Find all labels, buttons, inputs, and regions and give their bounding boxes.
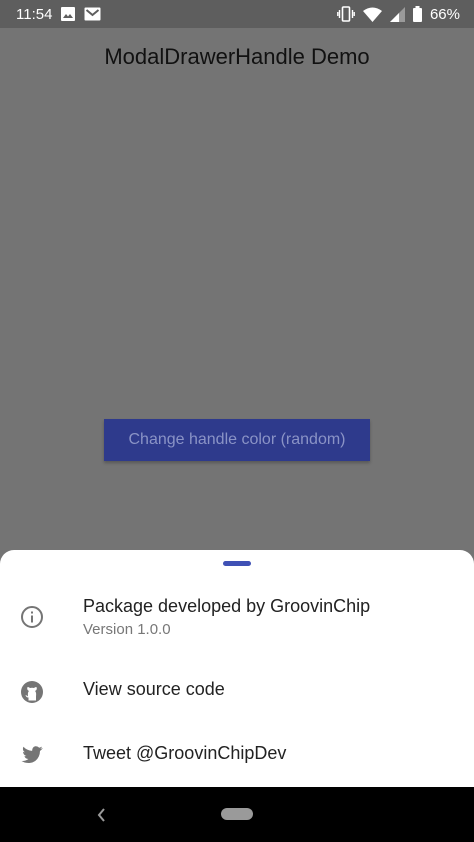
- drawer-handle[interactable]: [223, 561, 251, 566]
- status-bar-left: 11:54: [16, 6, 101, 23]
- wifi-icon: [362, 7, 382, 22]
- list-item-title: View source code: [83, 679, 225, 699]
- gmail-icon: [84, 7, 101, 21]
- list-item-subtitle: Version 1.0.0: [83, 621, 171, 638]
- list-item-view-source[interactable]: View source code: [0, 670, 474, 714]
- signal-icon: [389, 6, 405, 22]
- info-icon: [20, 605, 44, 629]
- status-bar-right: 66%: [337, 6, 460, 23]
- list-item-title: Package developed by GroovinChip: [83, 596, 371, 616]
- list-item-text: Tweet @GroovinChipDev: [83, 743, 286, 764]
- modal-drawer: Package developed by GroovinChip Version…: [0, 550, 474, 787]
- status-bar: 11:54 66%: [0, 0, 474, 28]
- twitter-icon: [20, 743, 44, 767]
- battery-icon: [412, 6, 422, 22]
- list-item-title: Tweet @GroovinChipDev: [83, 743, 287, 763]
- change-handle-color-button[interactable]: Change handle color (random): [104, 419, 370, 461]
- main-content: [0, 28, 474, 548]
- list-item-package-info[interactable]: Package developed by GroovinChip Version…: [0, 594, 474, 664]
- battery-percent: 66%: [429, 5, 460, 23]
- list-item-text: View source code: [83, 679, 225, 700]
- list-item-tweet[interactable]: Tweet @GroovinChipDev: [0, 734, 474, 778]
- navigation-bar: [0, 787, 474, 842]
- home-button[interactable]: [221, 808, 253, 820]
- github-icon: [20, 680, 44, 704]
- back-icon[interactable]: [94, 805, 110, 825]
- image-icon: [60, 6, 76, 22]
- status-time: 11:54: [16, 5, 53, 23]
- page-title: ModalDrawerHandle Demo: [104, 44, 370, 69]
- list-item-text: Package developed by GroovinChip Version…: [83, 596, 370, 638]
- vibrate-icon: [337, 6, 355, 22]
